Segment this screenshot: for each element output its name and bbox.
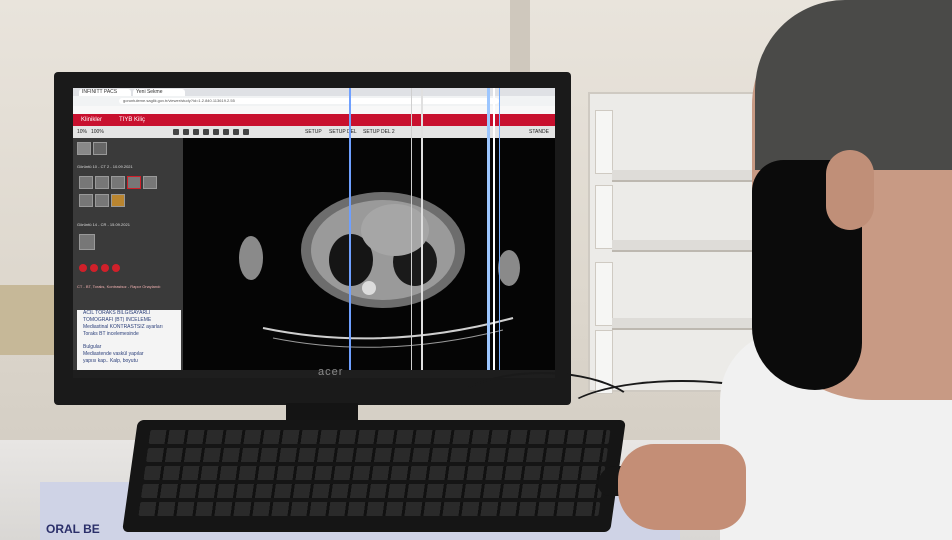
- setup-del-button[interactable]: SETUP DEL: [329, 127, 357, 137]
- shelf-label: [595, 262, 613, 326]
- series-thumbnail[interactable]: [79, 234, 95, 250]
- series-thumbnail[interactable]: [143, 176, 157, 189]
- series-thumbnail[interactable]: [111, 194, 125, 207]
- display-artifact-line: [349, 88, 351, 378]
- right-arm: [498, 250, 520, 286]
- series-thumbnail[interactable]: [79, 176, 93, 189]
- person-hand: [618, 444, 746, 530]
- key-row[interactable]: [143, 466, 606, 480]
- setup-button[interactable]: SETUP: [305, 127, 322, 137]
- pan-tool-icon[interactable]: [173, 129, 179, 135]
- key-row[interactable]: [145, 448, 608, 462]
- person-ear: [826, 150, 874, 230]
- report-line: Bulgular: [83, 344, 102, 350]
- scanner-table: [262, 317, 514, 340]
- report-line: ACIL TORAKS BILGISAYARLI: [83, 310, 151, 316]
- bookmarks-bar: [73, 106, 555, 114]
- person-hair: [755, 0, 952, 170]
- record-button[interactable]: [90, 264, 98, 272]
- display-artifact-line: [411, 88, 412, 378]
- report-line: Mediastinal KONTRASTSIZ ayarları: [83, 324, 163, 330]
- monitor-screen: INFINITT PACS Yeni Sekme goruntuleme.sag…: [73, 88, 555, 378]
- stande-button[interactable]: STANDE: [529, 127, 549, 137]
- report-line: yapısı kap.. Kalp, boyutu: [83, 358, 138, 364]
- series-thumbnail[interactable]: [95, 194, 109, 207]
- series-thumbnail[interactable]: [77, 142, 91, 155]
- shelf-label: [595, 110, 613, 174]
- record-button[interactable]: [79, 264, 87, 272]
- menu-user[interactable]: TIYB Kiliç: [119, 114, 145, 126]
- alert-button[interactable]: [112, 264, 120, 272]
- key-row[interactable]: [138, 502, 601, 516]
- mousepad-print: ORAL BE: [46, 522, 100, 536]
- record-button[interactable]: [101, 264, 109, 272]
- os-taskbar: [73, 370, 555, 378]
- spine: [362, 281, 376, 295]
- series-header: Görüntü 14 - CR - 15.09.2021: [77, 222, 130, 227]
- display-artifact-line: [499, 88, 500, 378]
- flip-tool-icon[interactable]: [223, 129, 229, 135]
- key-row[interactable]: [140, 484, 603, 498]
- zoom-tool-icon[interactable]: [183, 129, 189, 135]
- heart: [361, 204, 429, 256]
- reset-tool-icon[interactable]: [243, 129, 249, 135]
- address-bar[interactable]: goruntuleme.saglik.gov.tr/viewer/study?i…: [119, 98, 499, 104]
- series-header: Görüntü 10 - CT 2 - 10.09.2021: [77, 164, 133, 169]
- report-line: TOMOGRAFI (BT) INCELEME: [83, 317, 152, 323]
- keyboard[interactable]: [122, 420, 626, 532]
- report-line: Mediastende vaskül yapılar: [83, 351, 144, 357]
- setup-del2-button[interactable]: SETUP DEL 2: [363, 127, 395, 137]
- window-level-icon[interactable]: [193, 129, 199, 135]
- window-ledge: [0, 285, 60, 355]
- study-entry[interactable]: CT - BT, Toraks, Kontrastsız - Rapor Ona…: [77, 284, 160, 290]
- left-arm: [239, 236, 263, 280]
- measure-tool-icon[interactable]: [203, 129, 209, 135]
- app-header: Klinikler TIYB Kiliç: [73, 114, 555, 126]
- series-thumbnail[interactable]: [95, 176, 109, 189]
- series-thumbnail[interactable]: [79, 194, 93, 207]
- rotate-tool-icon[interactable]: [213, 129, 219, 135]
- browser-tab[interactable]: INFINITT PACS: [79, 89, 131, 96]
- monitor-brand-logo: acer: [318, 366, 344, 378]
- zoom-label[interactable]: 100%: [91, 127, 104, 137]
- annotate-tool-icon[interactable]: [233, 129, 239, 135]
- report-panel: ACIL TORAKS BILGISAYARLI TOMOGRAFI (BT) …: [77, 310, 181, 378]
- shelf-label: [595, 185, 613, 249]
- browser-tab[interactable]: Yeni Sekme: [133, 89, 185, 96]
- zoom-label[interactable]: 10%: [77, 127, 87, 137]
- report-line: Toraks BT incelemesinde: [83, 331, 139, 337]
- series-thumbnail[interactable]: [111, 176, 125, 189]
- series-thumbnail[interactable]: [127, 176, 141, 189]
- key-row[interactable]: [148, 430, 611, 444]
- menu-klinikler[interactable]: Klinikler: [81, 114, 102, 126]
- series-thumbnail[interactable]: [93, 142, 107, 155]
- display-artifact-line: [493, 88, 495, 378]
- display-artifact-line: [487, 88, 490, 378]
- display-artifact-line: [421, 88, 423, 378]
